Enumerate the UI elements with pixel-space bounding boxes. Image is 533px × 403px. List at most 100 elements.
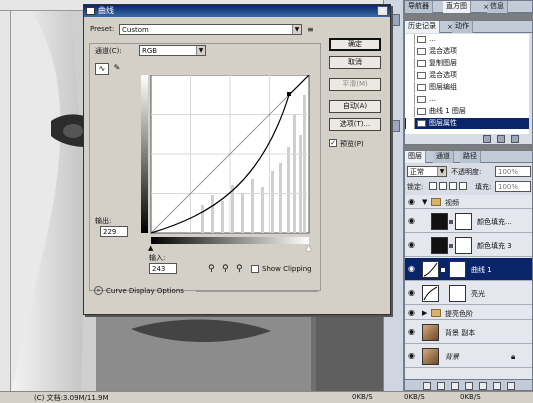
tab-layers[interactable]: 图层 (405, 151, 426, 163)
new-group-icon[interactable] (479, 382, 487, 390)
mask-thumbnail (455, 237, 472, 254)
curve-display-options-label[interactable]: Curve Display Options (106, 287, 184, 295)
layer-group-row[interactable]: ◉ ▼ 视频 (405, 195, 532, 209)
visibility-eye-icon[interactable]: ◉ (408, 352, 418, 360)
black-eyedropper-icon[interactable]: ⚲ (208, 264, 215, 274)
tab-info[interactable]: 信息 (487, 1, 508, 13)
fill-input[interactable]: 100% (495, 181, 531, 192)
lock-pixels-icon[interactable] (439, 182, 447, 190)
tab-channels[interactable]: 通道 (433, 151, 454, 163)
ok-button[interactable]: 确定 (329, 38, 381, 51)
history-item[interactable]: 图层编组 (405, 82, 529, 93)
visibility-eye-icon[interactable]: ◉ (408, 309, 418, 317)
fill-label: 填充: (475, 183, 492, 191)
history-list: … 混合选项 复制图层 混合选项 图层编组 … 曲线 1 图层 图层属性 (405, 34, 529, 134)
dialog-titlebar[interactable]: 曲线 × (84, 5, 390, 17)
link-icon (449, 220, 453, 224)
dialog-title: 曲线 (98, 6, 114, 15)
trash-icon[interactable] (511, 135, 519, 143)
layer-row[interactable]: ◉ 颜色填充... (405, 210, 532, 233)
history-item-selected[interactable]: 图层属性 (405, 118, 529, 129)
preset-select[interactable]: Custom ▼ (119, 24, 302, 35)
channel-label: 通道(C): (95, 47, 122, 55)
preset-options-icon[interactable]: ≡ (307, 25, 314, 34)
visibility-eye-icon[interactable]: ◉ (408, 217, 418, 225)
navigator-panel: 导航器 直方图 信息 × … (404, 0, 533, 21)
history-item[interactable]: 复制图层 (405, 58, 529, 69)
layers-tabs: 图层 通道 路径 (405, 151, 532, 163)
history-item[interactable]: 曲线 1 图层 (405, 106, 529, 117)
tab-navigator[interactable]: 导航器 (405, 1, 433, 13)
lock-label: 锁定: (407, 183, 424, 191)
layers-footer (405, 379, 532, 390)
history-item[interactable]: … (405, 34, 529, 45)
opacity-input[interactable]: 100% (495, 166, 531, 177)
visibility-eye-icon[interactable]: ◉ (408, 289, 418, 297)
cancel-button[interactable]: 取消 (329, 56, 381, 69)
tab-histogram[interactable]: 直方图 (443, 1, 471, 13)
curve-graph[interactable] (141, 75, 311, 245)
history-item[interactable]: 混合选项 (405, 70, 529, 81)
expand-chevron-icon[interactable]: » (94, 286, 103, 295)
folder-icon (431, 198, 441, 206)
close-icon[interactable]: × (483, 3, 489, 11)
adjustment-layer-icon[interactable] (465, 382, 473, 390)
transfer-rate-3: 0KB/S (460, 393, 481, 401)
collapse-triangle-icon[interactable]: ▶ (422, 309, 427, 317)
black-point-slider-icon[interactable]: ▲ (148, 244, 153, 252)
curve-point-tool-icon[interactable]: ∿ (95, 63, 109, 75)
tab-paths[interactable]: 路径 (460, 151, 481, 163)
visibility-eye-icon[interactable]: ◉ (408, 241, 418, 249)
snapshot-icon[interactable] (483, 135, 491, 143)
navigator-tabs: 导航器 直方图 信息 (405, 1, 532, 13)
layer-style-icon[interactable] (437, 382, 445, 390)
pencil-tool-icon[interactable]: ✎ (110, 63, 124, 75)
visibility-eye-icon[interactable]: ◉ (408, 265, 418, 273)
new-document-icon[interactable] (497, 135, 505, 143)
visibility-eye-icon[interactable]: ◉ (408, 328, 418, 336)
show-clipping-checkbox[interactable] (251, 265, 259, 273)
output-input[interactable]: 229 (100, 226, 128, 237)
preview-checkbox[interactable]: ✓ (329, 139, 337, 147)
visibility-eye-icon[interactable]: ◉ (408, 198, 418, 206)
input-label: 输入: (149, 254, 166, 262)
layer-row-selected[interactable]: ◉ 曲线 1 (405, 258, 532, 281)
lock-all-icon[interactable] (459, 182, 467, 190)
layer-group-row[interactable]: ◉ ▶ 提亮色阶 (405, 306, 532, 320)
input-input[interactable]: 243 (149, 263, 177, 274)
layer-state-icon (417, 72, 426, 79)
smooth-button[interactable]: 平滑(M) (329, 78, 381, 91)
history-item[interactable]: … (405, 94, 529, 105)
auto-button[interactable]: 自动(A) (329, 100, 381, 113)
close-icon[interactable]: × (447, 23, 453, 31)
lock-position-icon[interactable] (449, 182, 457, 190)
link-layers-icon[interactable] (423, 382, 431, 390)
ruler-left (0, 11, 11, 391)
layer-row[interactable]: ◉ 颜色填充 3 (405, 234, 532, 257)
layer-row[interactable]: ◉ 背景 副本 (405, 321, 532, 344)
layer-row[interactable]: ◉ 背景 🔒︎ (405, 345, 532, 368)
trash-icon[interactable] (507, 382, 515, 390)
add-mask-icon[interactable] (451, 382, 459, 390)
folder-icon (431, 309, 441, 317)
tab-actions[interactable]: 动作 (452, 21, 473, 33)
white-eyedropper-icon[interactable]: ⚲ (236, 264, 243, 274)
channel-select[interactable]: RGB ▼ (139, 45, 206, 56)
expand-triangle-icon[interactable]: ▼ (422, 198, 427, 206)
layer-row[interactable]: ◉ 亮光 (405, 282, 532, 305)
blend-mode-select[interactable]: 正常 ▼ (407, 166, 447, 177)
curves-adjustment-icon (422, 261, 439, 278)
options-button[interactable]: 选项(T)... (329, 118, 381, 131)
lock-transparency-icon[interactable] (429, 182, 437, 190)
close-icon[interactable]: × (377, 6, 388, 16)
white-point-slider-icon[interactable]: ▲ (306, 244, 311, 252)
history-item[interactable]: 混合选项 (405, 46, 529, 57)
tab-history[interactable]: 历史记录 (405, 21, 440, 33)
curves-adjustment-icon (422, 285, 439, 302)
preset-label: Preset: (90, 25, 115, 33)
curve-control-point[interactable] (287, 92, 291, 96)
mask-thumbnail (449, 285, 466, 302)
new-layer-icon[interactable] (493, 382, 501, 390)
preview-label: 预览(P) (340, 140, 364, 148)
gray-eyedropper-icon[interactable]: ⚲ (222, 264, 229, 274)
